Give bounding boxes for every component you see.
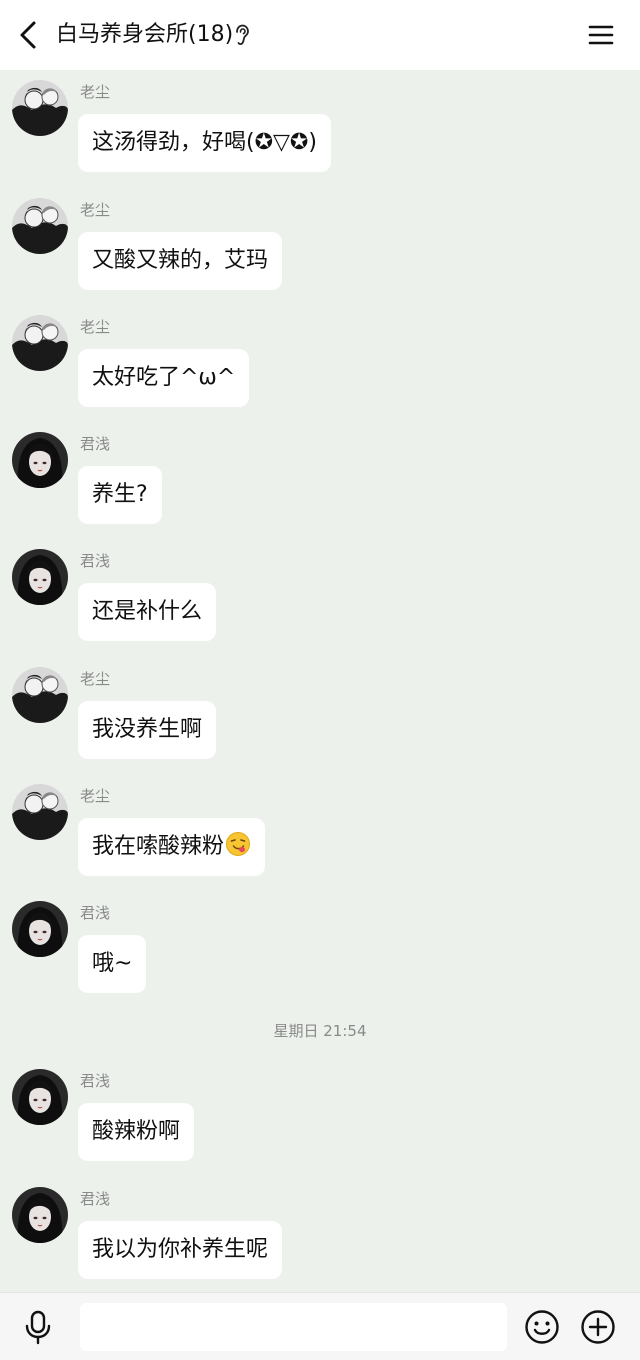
message-text: 还是补什么 (92, 599, 203, 624)
message-bubble[interactable]: 哦~ (78, 935, 147, 993)
message-row: 老尘 我在嗦酸辣粉 (0, 784, 640, 884)
boys-avatar[interactable] (12, 315, 68, 371)
message-row: 君浅 还是补什么 (0, 549, 640, 649)
chat-header: 白马养身会所(18) (0, 0, 640, 70)
message-text: 我以为你补养生呢 (92, 1237, 269, 1262)
hamburger-menu-icon[interactable] (586, 20, 616, 50)
message-bubble[interactable]: 我以为你补养生呢 (78, 1221, 283, 1279)
boys-avatar[interactable] (12, 784, 68, 840)
message-row: 君浅 哦~ (0, 901, 640, 1001)
boys-avatar[interactable] (12, 80, 68, 136)
plus-circle-icon[interactable] (580, 1309, 616, 1345)
sender-name: 君浅 (80, 904, 111, 922)
girl-avatar[interactable] (12, 432, 68, 488)
boys-avatar[interactable] (12, 198, 68, 254)
girl-avatar[interactable] (12, 901, 68, 957)
message-row: 老尘 太好吃了^ω^ (0, 315, 640, 415)
sender-name: 老尘 (80, 83, 111, 101)
girl-avatar[interactable] (12, 1187, 68, 1243)
message-text: 酸辣粉啊 (92, 1119, 181, 1144)
message-text: 养生? (92, 482, 148, 507)
microphone-icon[interactable] (20, 1309, 56, 1345)
message-row: 老尘 又酸又辣的，艾玛 (0, 198, 640, 298)
boys-avatar[interactable] (12, 667, 68, 723)
group-title[interactable]: 白马养身会所(18) (56, 18, 233, 52)
timestamp-divider: 星期日 21:54 (273, 1022, 367, 1040)
input-bar (0, 1292, 640, 1360)
ear-icon[interactable] (232, 24, 252, 46)
message-row: 君浅 我以为你补养生呢 (0, 1187, 640, 1287)
girl-avatar[interactable] (12, 1069, 68, 1125)
message-text: 又酸又辣的，艾玛 (92, 248, 269, 273)
sender-name: 君浅 (80, 435, 111, 453)
sender-name: 老尘 (80, 201, 111, 219)
message-text: 这汤得劲，好喝(✪▽✪) (92, 130, 317, 155)
message-text: 太好吃了^ω^ (92, 365, 236, 390)
message-bubble[interactable]: 还是补什么 (78, 583, 217, 641)
message-bubble[interactable]: 酸辣粉啊 (78, 1103, 195, 1161)
chevron-left-icon[interactable] (14, 18, 46, 52)
message-bubble[interactable]: 我在嗦酸辣粉 (78, 818, 266, 876)
message-text: 我没养生啊 (92, 717, 203, 742)
message-bubble[interactable]: 这汤得劲，好喝(✪▽✪) (78, 114, 331, 172)
message-row: 君浅 养生? (0, 432, 640, 532)
message-bubble[interactable]: 又酸又辣的，艾玛 (78, 232, 283, 290)
sender-name: 君浅 (80, 552, 111, 570)
smiley-icon[interactable] (524, 1309, 560, 1345)
savoring-food-emoji (226, 832, 251, 856)
message-row: 老尘 这汤得劲，好喝(✪▽✪) (0, 80, 640, 180)
sender-name: 老尘 (80, 318, 111, 336)
message-text: 我在嗦酸辣粉 (92, 834, 225, 859)
sender-name: 老尘 (80, 670, 111, 688)
message-bubble[interactable]: 养生? (78, 466, 162, 524)
message-text: 哦~ (92, 951, 133, 976)
message-bubble[interactable]: 我没养生啊 (78, 701, 217, 759)
sender-name: 老尘 (80, 787, 111, 805)
message-bubble[interactable]: 太好吃了^ω^ (78, 349, 250, 407)
message-input[interactable] (80, 1303, 507, 1351)
message-row: 老尘 我没养生啊 (0, 667, 640, 767)
message-row: 君浅 酸辣粉啊 (0, 1069, 640, 1169)
girl-avatar[interactable] (12, 549, 68, 605)
sender-name: 君浅 (80, 1190, 111, 1208)
sender-name: 君浅 (80, 1072, 111, 1090)
